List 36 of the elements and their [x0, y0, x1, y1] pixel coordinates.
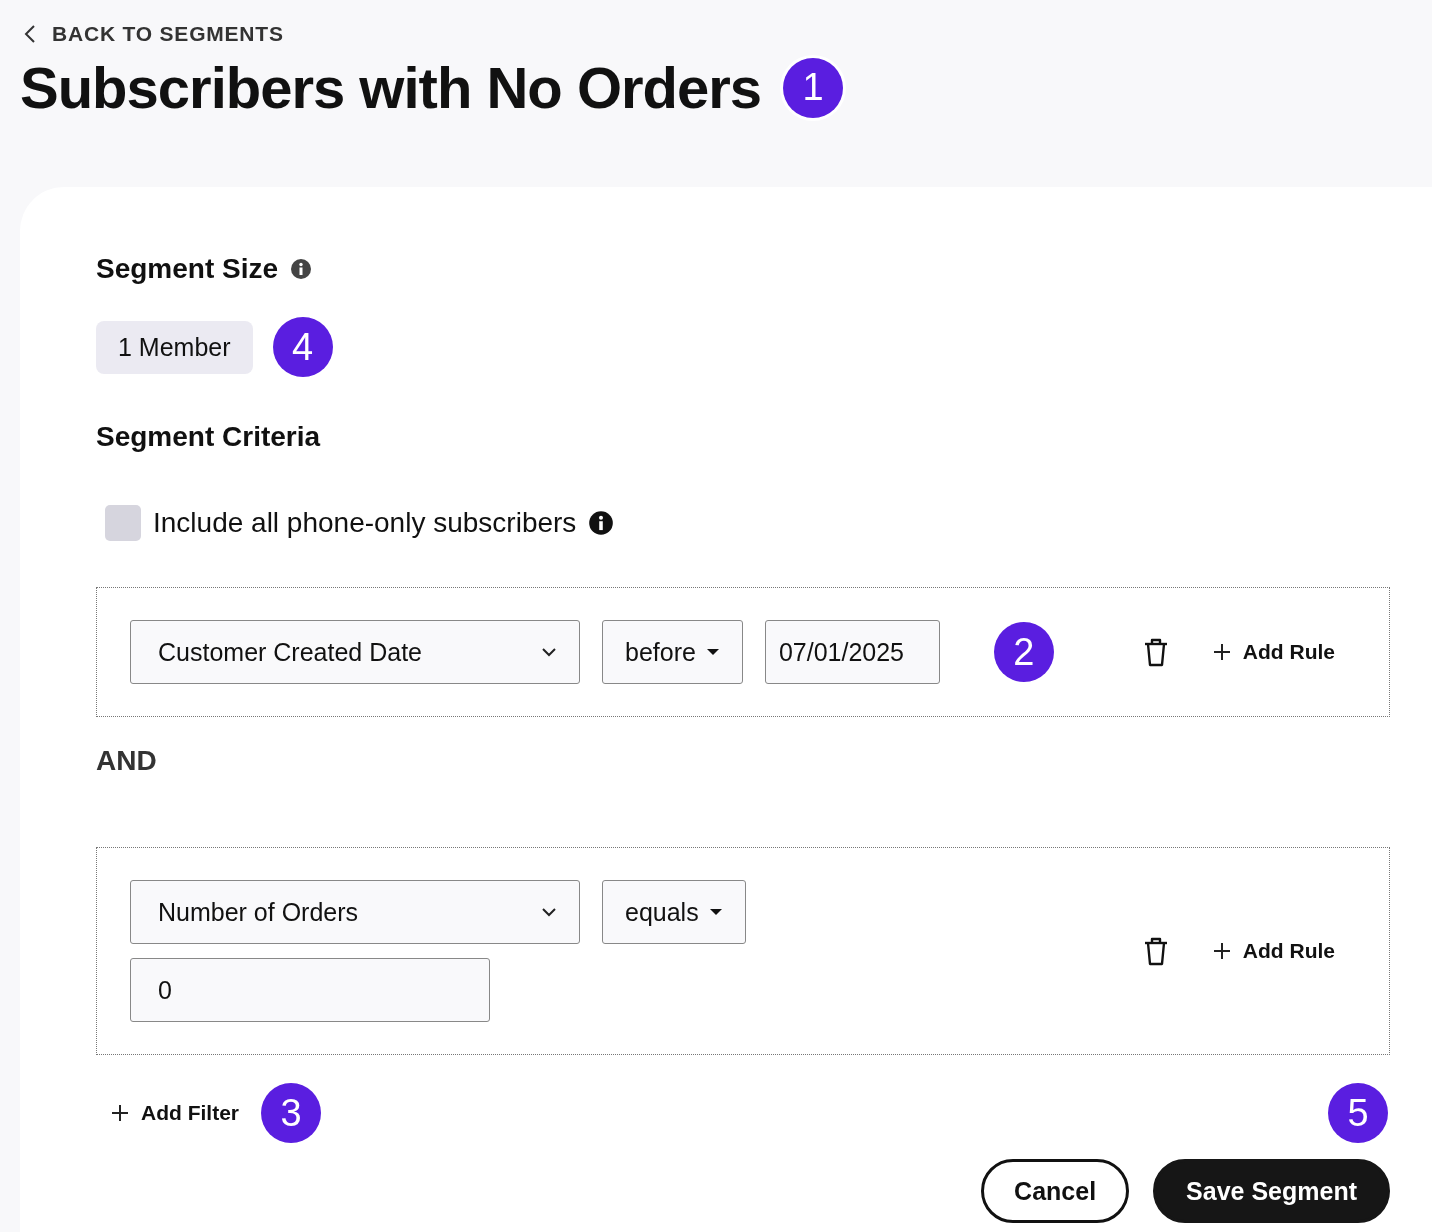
- add-rule-link[interactable]: Add Rule: [1212, 939, 1335, 963]
- trash-icon[interactable]: [1142, 936, 1169, 966]
- step-badge: 4: [272, 317, 333, 377]
- caret-icon: [708, 908, 723, 916]
- cancel-button[interactable]: Cancel: [981, 1159, 1130, 1223]
- step-badge: 2: [993, 622, 1054, 682]
- plus-icon: [1212, 942, 1231, 960]
- save-button[interactable]: Save Segment: [1153, 1159, 1390, 1223]
- page-title: Subscribers with No Orders: [20, 54, 762, 121]
- checkbox-label: Include all phone-only subscribers: [153, 507, 577, 539]
- chevron-left-icon: [24, 24, 36, 44]
- checkbox[interactable]: [105, 505, 141, 541]
- chevron-down-icon: [541, 647, 557, 657]
- field-select[interactable]: Customer Created Date: [130, 620, 580, 684]
- step-badge: 5: [1328, 1083, 1388, 1143]
- field-select[interactable]: Number of Orders: [130, 880, 580, 944]
- info-icon[interactable]: [290, 258, 313, 280]
- step-badge: 1: [783, 57, 844, 118]
- add-rule-link[interactable]: Add Rule: [1212, 640, 1335, 664]
- value-field[interactable]: 07/01/2025: [764, 620, 940, 684]
- back-link[interactable]: BACK TO SEGMENTS: [24, 22, 284, 46]
- trash-icon[interactable]: [1142, 637, 1169, 667]
- value-field[interactable]: 0: [130, 958, 490, 1022]
- member-count: 1 Member: [96, 320, 253, 374]
- caret-icon: [705, 648, 720, 656]
- operator-select[interactable]: equals: [602, 880, 746, 944]
- step-badge: 3: [261, 1083, 321, 1143]
- plus-icon: [1212, 643, 1231, 661]
- info-icon[interactable]: [588, 510, 615, 536]
- and-label: AND: [96, 745, 158, 777]
- operator-select[interactable]: before: [602, 620, 743, 684]
- section-heading: Segment Size: [96, 253, 279, 285]
- plus-icon: [111, 1104, 129, 1122]
- chevron-down-icon: [541, 907, 557, 917]
- section-heading: Segment Criteria: [96, 421, 322, 453]
- add-filter-link[interactable]: Add Filter: [111, 1101, 239, 1125]
